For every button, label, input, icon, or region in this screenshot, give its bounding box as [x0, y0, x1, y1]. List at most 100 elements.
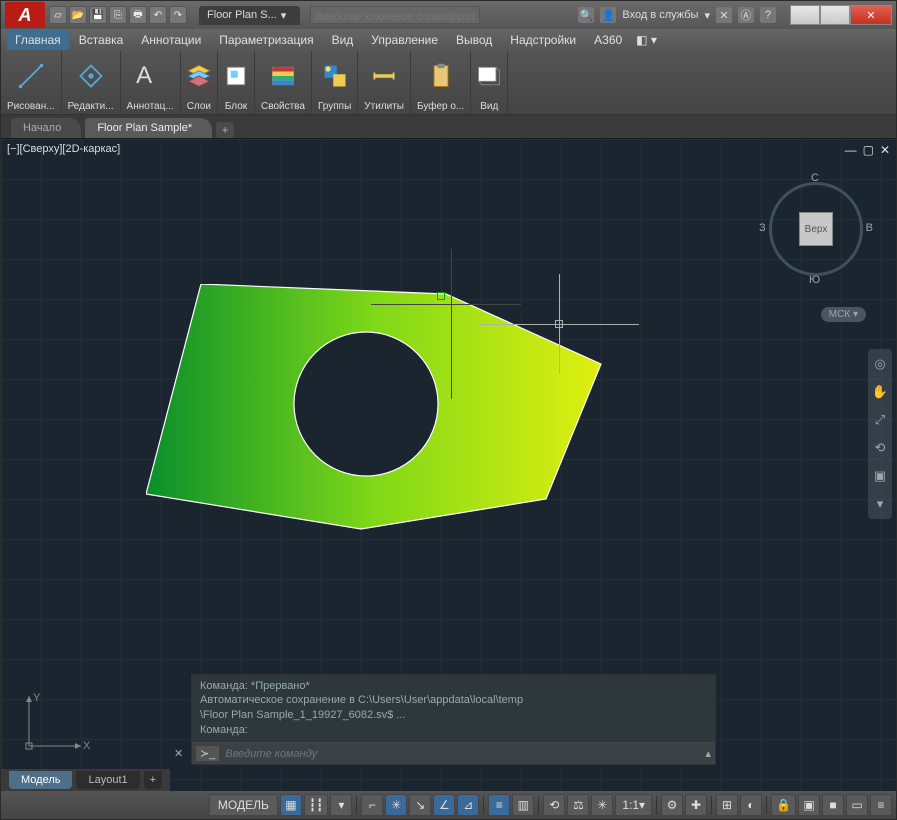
- sb-snapmode-icon[interactable]: ┇┇: [304, 794, 328, 816]
- sb-annovisibility-icon[interactable]: ✳: [591, 794, 613, 816]
- help-icon[interactable]: ?: [760, 7, 776, 23]
- chevron-down-icon: ▾: [281, 9, 287, 22]
- minimize-button[interactable]: —: [790, 5, 820, 25]
- sb-hardware-icon[interactable]: ■: [822, 794, 844, 816]
- ribbon-panel-draw[interactable]: Рисован...: [1, 51, 62, 114]
- sb-iso-icon[interactable]: ↘: [409, 794, 431, 816]
- menu-insert[interactable]: Вставка: [71, 30, 132, 50]
- sb-scale[interactable]: 1:1 ▾: [615, 794, 652, 816]
- viewcube-east[interactable]: В: [866, 222, 873, 234]
- ribbon-panel-clipboard[interactable]: Буфер о...: [411, 51, 471, 114]
- new-icon[interactable]: ▱: [49, 6, 67, 24]
- sb-transparency-icon[interactable]: ▥: [512, 794, 534, 816]
- viewcube-face[interactable]: Верх: [799, 212, 833, 246]
- menu-addins[interactable]: Надстройки: [502, 30, 584, 50]
- vp-maximize-icon[interactable]: ▢: [863, 143, 874, 157]
- menu-annotations[interactable]: Аннотации: [133, 30, 209, 50]
- sb-grid-icon[interactable]: ▦: [280, 794, 302, 816]
- app-logo[interactable]: A: [5, 2, 45, 28]
- ribbon-panel-properties[interactable]: Свойства: [255, 51, 312, 114]
- menu-a360[interactable]: A360: [586, 30, 630, 50]
- sb-lineweight-icon[interactable]: ≡: [488, 794, 510, 816]
- undo-icon[interactable]: ↶: [149, 6, 167, 24]
- showmotion-icon[interactable]: ▣: [871, 467, 889, 485]
- close-button[interactable]: ✕: [850, 5, 892, 25]
- viewport-label[interactable]: [−][Сверху][2D-каркас]: [7, 143, 120, 155]
- save-icon[interactable]: 💾: [89, 6, 107, 24]
- viewcube-north[interactable]: С: [811, 172, 819, 184]
- cmdwin-close-icon[interactable]: ✕: [174, 747, 183, 760]
- sb-ortho-icon[interactable]: ⌐: [361, 794, 383, 816]
- sb-quickprops-icon[interactable]: ◐: [740, 794, 762, 816]
- ucs-badge[interactable]: МСК ▾: [821, 307, 866, 322]
- maximize-button[interactable]: ▢: [820, 5, 850, 25]
- sb-workspace-icon[interactable]: ⚙: [661, 794, 683, 816]
- menu-featured-icon[interactable]: ◧ ▾: [636, 33, 657, 47]
- ucs-icon: X Y: [21, 691, 91, 761]
- command-history: Команда: *Прервано* Автоматическое сохра…: [192, 675, 715, 742]
- open-icon[interactable]: 📂: [69, 6, 87, 24]
- sb-isolate-icon[interactable]: ▣: [798, 794, 820, 816]
- layout-tab-model[interactable]: Модель: [9, 771, 72, 789]
- ribbon-panel-block[interactable]: Блок: [218, 51, 255, 114]
- sb-osnap-icon[interactable]: ∠: [433, 794, 455, 816]
- menu-view[interactable]: Вид: [324, 30, 362, 50]
- command-window[interactable]: ✕ Команда: *Прервано* Автоматическое сох…: [191, 674, 716, 765]
- osnap-marker: [437, 292, 445, 300]
- sb-infer-icon[interactable]: ▾: [330, 794, 352, 816]
- orbit-icon[interactable]: ⟲: [871, 439, 889, 457]
- doc-tab-start[interactable]: Начало: [11, 118, 81, 138]
- sb-units-icon[interactable]: ⊞: [716, 794, 738, 816]
- viewcube[interactable]: Верх С Ю В З: [761, 174, 871, 284]
- layout-tab-add[interactable]: +: [144, 771, 162, 789]
- ribbon-panel-layers[interactable]: Слои: [181, 51, 218, 114]
- menu-parametric[interactable]: Параметризация: [211, 30, 321, 50]
- help-search[interactable]: [310, 6, 480, 24]
- command-input[interactable]: [225, 748, 705, 760]
- pan-icon[interactable]: ✋: [871, 383, 889, 401]
- viewcube-west[interactable]: З: [759, 222, 766, 234]
- sb-lock-icon[interactable]: 🔒: [771, 794, 796, 816]
- viewcube-south[interactable]: Ю: [809, 274, 820, 286]
- user-icon[interactable]: 👤: [600, 7, 616, 23]
- sb-annomonitor-icon[interactable]: ✚: [685, 794, 707, 816]
- sb-polar-icon[interactable]: ✳: [385, 794, 407, 816]
- ribbon-panel-groups[interactable]: Группы: [312, 51, 358, 114]
- saveas-icon[interactable]: ⎘: [109, 6, 127, 24]
- ribbon-panel-modify[interactable]: Редакти...: [62, 51, 121, 114]
- vp-minimize-icon[interactable]: —: [845, 143, 857, 157]
- menu-home[interactable]: Главная: [7, 30, 69, 50]
- doc-tab-add[interactable]: +: [216, 122, 234, 138]
- sb-customize-icon[interactable]: ≡: [870, 794, 892, 816]
- ribbon-panel-utilities[interactable]: Утилиты: [358, 51, 411, 114]
- cmd-dropdown-icon[interactable]: ▴: [705, 747, 711, 760]
- ribbon-panel-view[interactable]: Вид: [471, 51, 508, 114]
- title-doc-tab[interactable]: Floor Plan S... ▾: [199, 6, 300, 25]
- sb-otrack-icon[interactable]: ⊿: [457, 794, 479, 816]
- sb-annoscale-icon[interactable]: ⚖: [567, 794, 589, 816]
- doc-tab-active[interactable]: Floor Plan Sample*: [85, 118, 212, 138]
- nav-more-icon[interactable]: ▾: [871, 495, 889, 513]
- search-icon[interactable]: 🔍: [578, 7, 594, 23]
- a360-icon[interactable]: Ⓐ: [738, 7, 754, 23]
- viewport[interactable]: [−][Сверху][2D-каркас] — ▢ ✕ Верх: [1, 139, 896, 791]
- sb-cycle-icon[interactable]: ⟲: [543, 794, 565, 816]
- layout-tabs: Модель Layout1 +: [1, 769, 170, 791]
- title-doc-label: Floor Plan S...: [207, 9, 277, 21]
- print-icon[interactable]: 🖶: [129, 6, 147, 24]
- vp-close-icon[interactable]: ✕: [880, 143, 890, 157]
- title-bar: A ▱ 📂 💾 ⎘ 🖶 ↶ ↷ Floor Plan S... ▾ 🔍 👤 Вх…: [1, 1, 896, 29]
- signin-link[interactable]: Вход в службы: [622, 9, 698, 21]
- menu-manage[interactable]: Управление: [363, 30, 446, 50]
- sb-model-button[interactable]: МОДЕЛЬ: [209, 794, 278, 816]
- layout-tab-layout1[interactable]: Layout1: [76, 771, 139, 789]
- menu-output[interactable]: Вывод: [448, 30, 500, 50]
- zoom-extents-icon[interactable]: ⤢: [871, 411, 889, 429]
- exchange-icon[interactable]: ✕: [716, 7, 732, 23]
- ribbon-panel-annotation[interactable]: A Аннотац...: [121, 51, 181, 114]
- redo-icon[interactable]: ↷: [169, 6, 187, 24]
- help-search-input[interactable]: [311, 10, 479, 24]
- drawing-shape[interactable]: [146, 284, 616, 564]
- sb-cleanscreen-icon[interactable]: ▭: [846, 794, 868, 816]
- steering-wheel-icon[interactable]: ◎: [871, 355, 889, 373]
